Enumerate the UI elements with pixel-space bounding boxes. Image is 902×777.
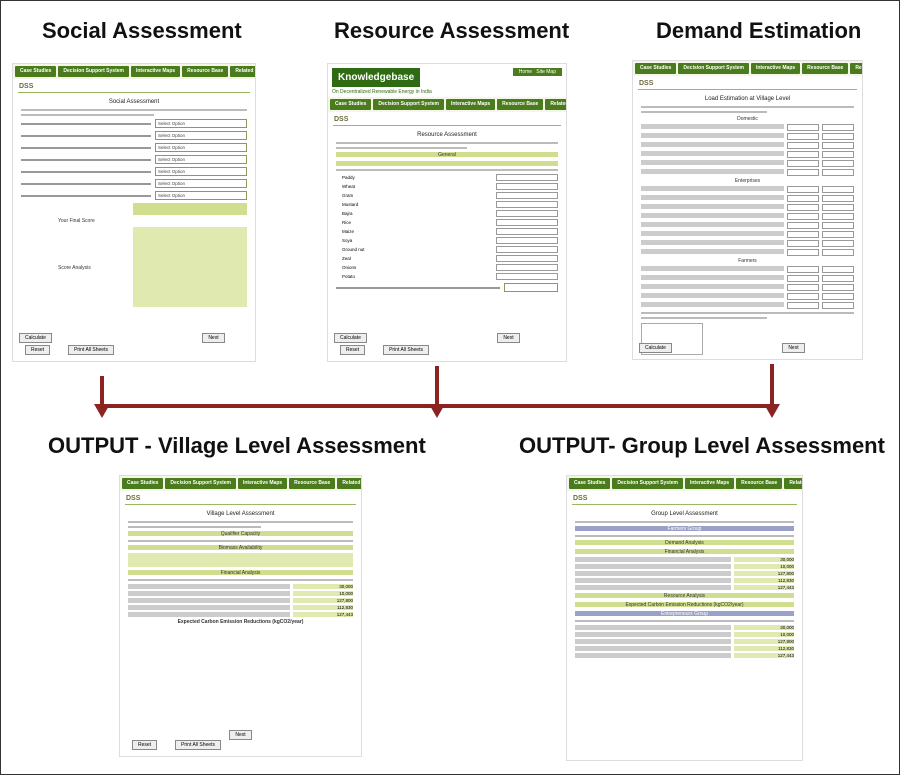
arrowhead-left xyxy=(94,404,110,418)
arrowheads xyxy=(94,404,780,418)
arrowhead-right xyxy=(764,404,780,418)
arrowhead-center xyxy=(429,404,445,418)
